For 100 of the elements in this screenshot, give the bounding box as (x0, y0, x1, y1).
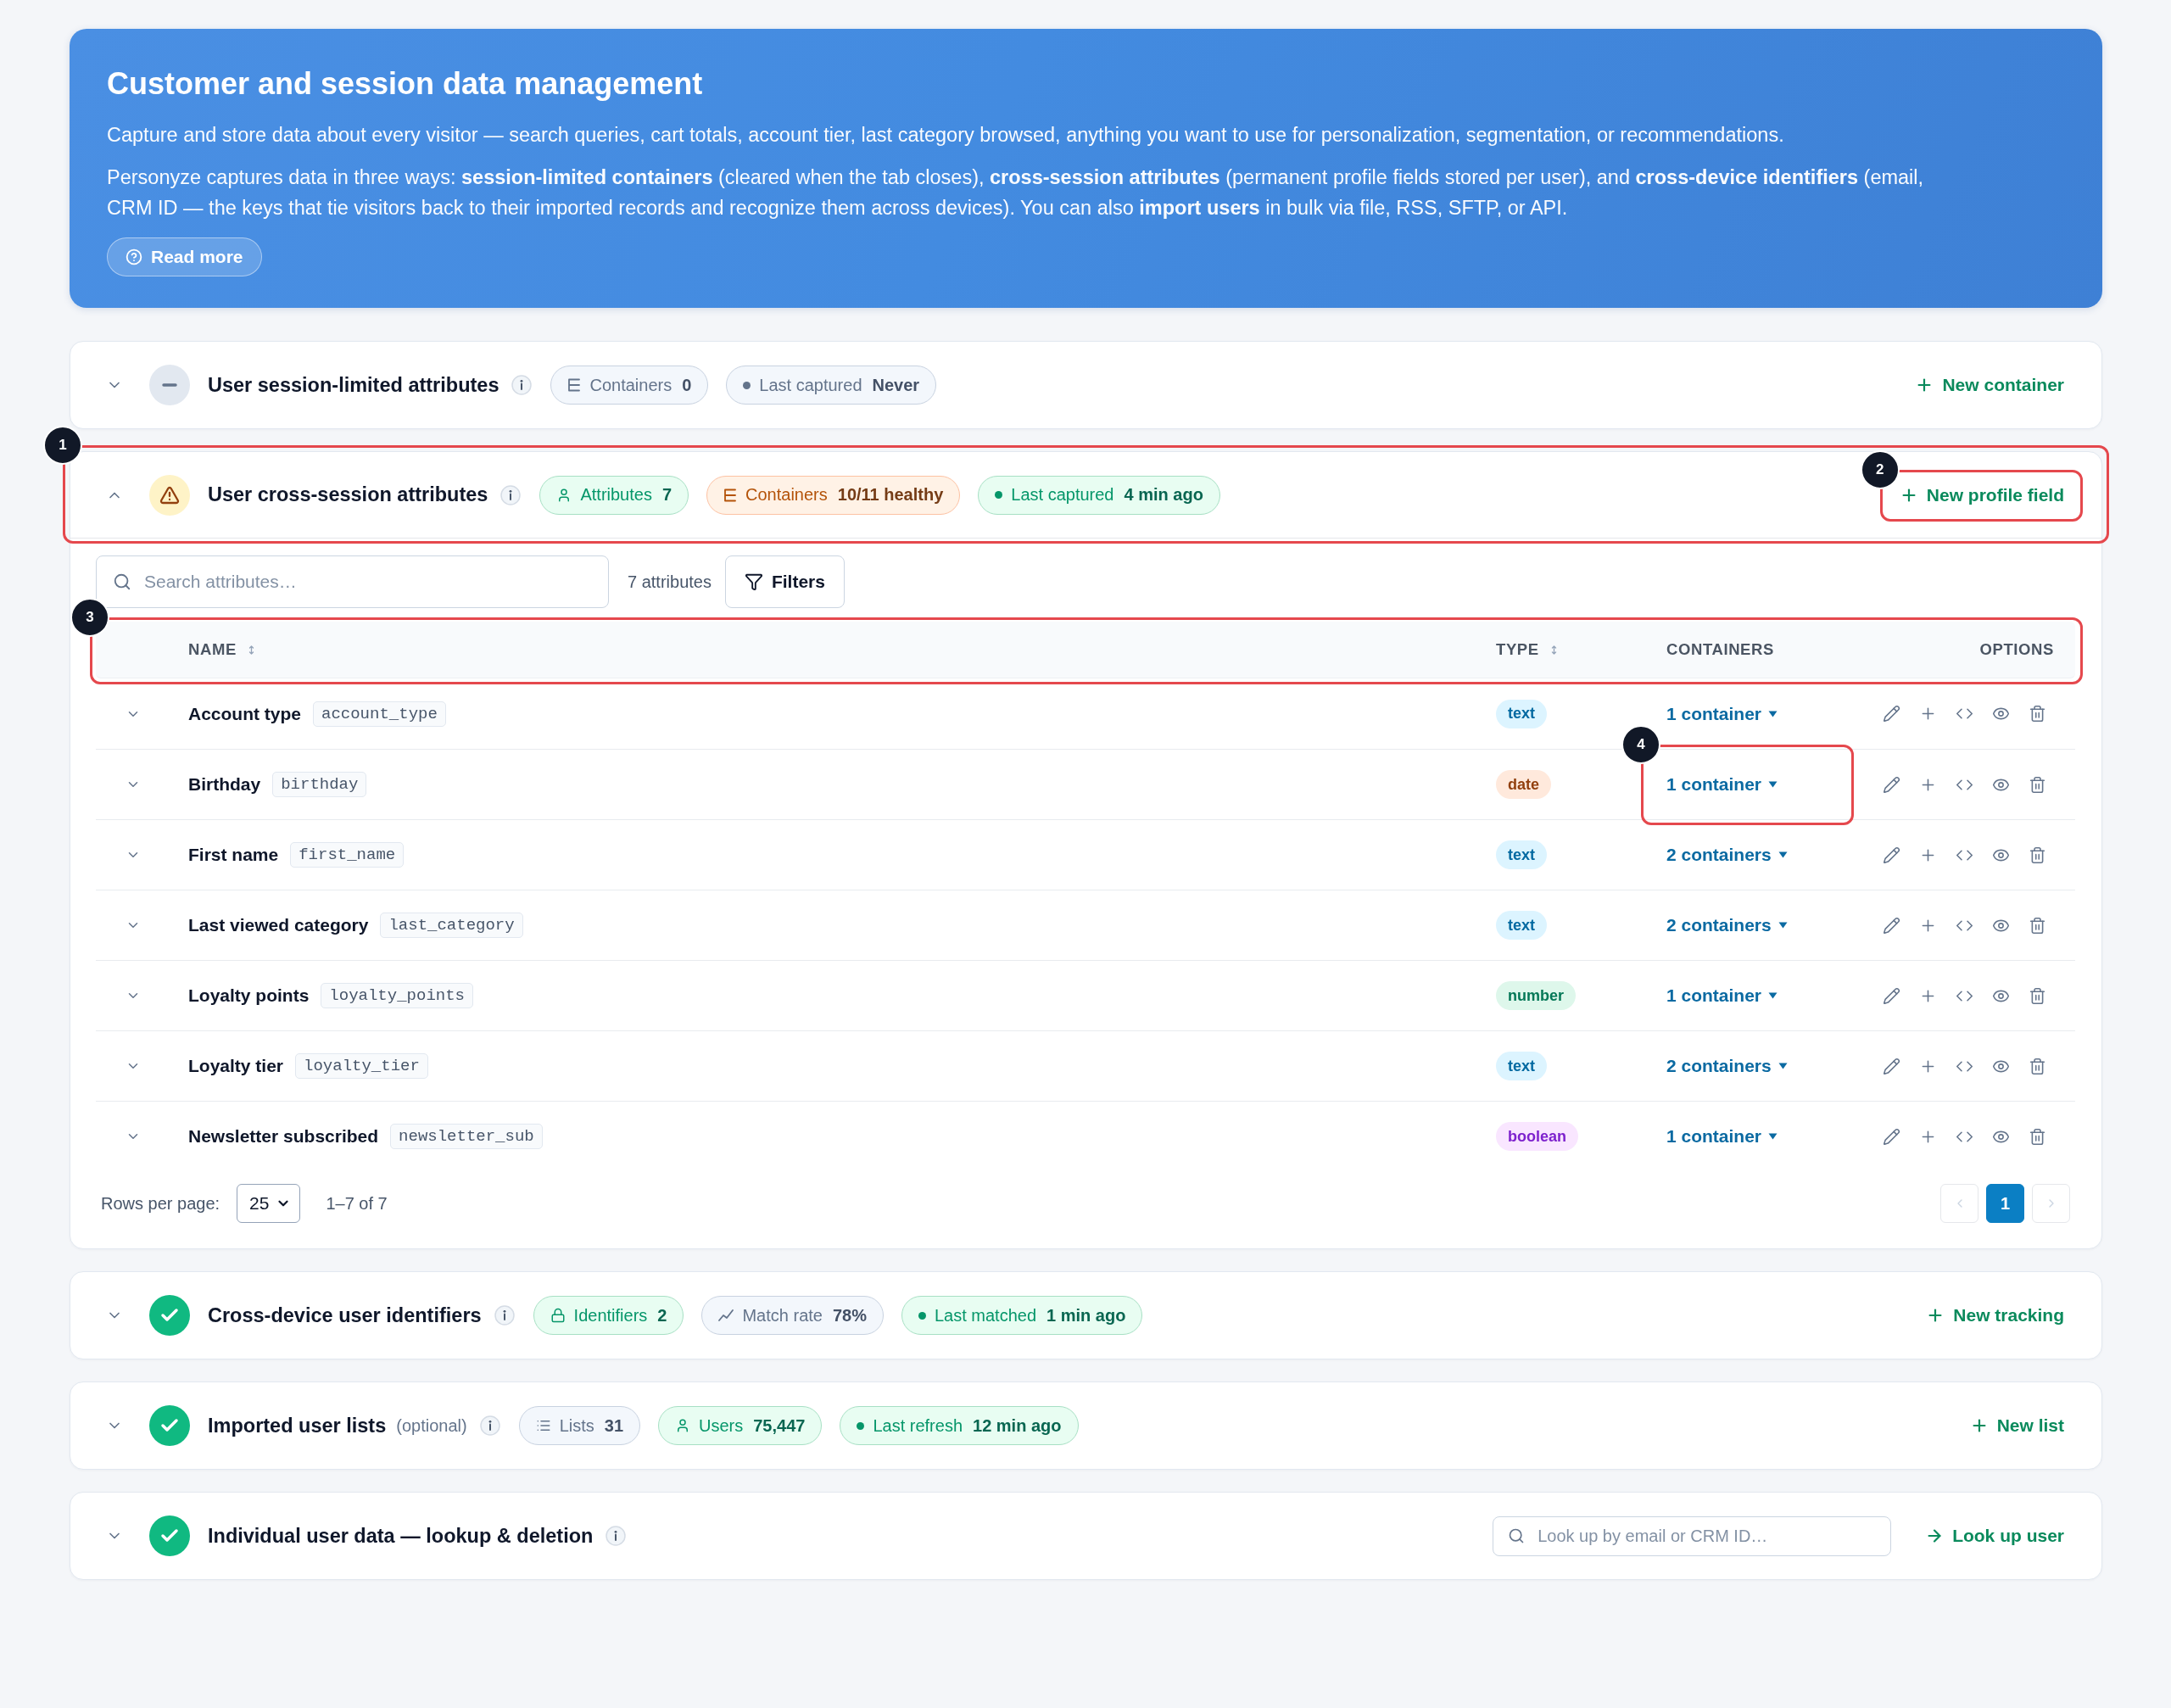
header-action-button[interactable]: New list (1969, 1407, 2064, 1444)
stat-label: Users (699, 1415, 744, 1436)
header-action-button[interactable]: New profile field (1899, 476, 2064, 514)
step-marker: 4 (1621, 725, 1660, 764)
attribute-type: number (1496, 981, 1576, 1010)
attribute-type: text (1496, 840, 1547, 869)
info-icon[interactable] (479, 1415, 500, 1436)
attribute-name: First name (188, 845, 279, 865)
section-title: User cross-session attributes (208, 483, 488, 506)
trash-icon[interactable] (2029, 846, 2046, 864)
user-icon (675, 1418, 690, 1433)
step-marker: 3 (70, 598, 109, 637)
attribute-key: last_category (380, 913, 523, 938)
containers-link[interactable]: 2 containers (1666, 915, 1788, 935)
intro-paragraph: Capture and store data about every visitor — search queries, cart totals, account tier, last category browsed, anything you want to use for personalization, segmentation, or recommendations. (107, 123, 1785, 148)
dot-icon (995, 491, 1003, 499)
stat-label: Attributes (580, 485, 652, 505)
stat-value: 75,447 (753, 1415, 806, 1436)
lock-icon (550, 1308, 566, 1323)
stat-value: 4 min ago (1124, 485, 1203, 505)
attribute-key: loyalty_points (321, 983, 473, 1008)
dot-icon (918, 1311, 926, 1320)
containers-link[interactable]: 1 container (1666, 1126, 1778, 1147)
rows-per-page-label: Rows per page: (101, 1193, 220, 1214)
attribute-name: Account type (188, 703, 301, 724)
stat-value: 1 min ago (1046, 1305, 1126, 1326)
search-icon (1508, 1527, 1526, 1544)
caret-icon (1778, 1063, 1788, 1069)
pencil-icon[interactable] (1883, 846, 1900, 864)
caret-icon (1778, 851, 1788, 858)
dot-icon (857, 1421, 865, 1430)
pencil-icon[interactable] (1883, 705, 1900, 723)
section-title: User session-limited attributes (208, 373, 499, 397)
pencil-icon[interactable] (1883, 775, 1900, 794)
filters-button[interactable]: Filters (724, 555, 845, 608)
search-field[interactable]: Search attributes… (96, 555, 609, 608)
trash-icon[interactable] (2029, 916, 2046, 935)
attribute-type: text (1496, 911, 1547, 940)
stat-value: 78% (832, 1305, 867, 1326)
pencil-icon[interactable] (1883, 1127, 1900, 1146)
header-action-button[interactable]: New tracking (1926, 1297, 2064, 1334)
pencil-icon[interactable] (1883, 916, 1900, 935)
header-action-button[interactable]: Look up user (1925, 1517, 2064, 1555)
attribute-name: Loyalty tier (188, 1056, 284, 1076)
containers-link[interactable]: 1 container (1666, 774, 1778, 795)
stat-value: 12 min ago (973, 1415, 1062, 1436)
rows-per-page-select[interactable]: 25 (237, 1184, 301, 1223)
column-header[interactable]: NAME (188, 640, 254, 659)
help-circle-icon (126, 248, 142, 265)
section-title: Individual user data — lookup & deletion (208, 1524, 594, 1548)
info-icon[interactable] (500, 484, 522, 505)
containers-link[interactable]: 1 container (1666, 703, 1778, 724)
stat-value: 2 (657, 1305, 667, 1326)
column-header: CONTAINERS (1666, 640, 1774, 659)
stat-label: Containers (745, 485, 828, 505)
section-title: Imported user lists (208, 1414, 387, 1437)
stat-value: 10/11 healthy (837, 485, 944, 505)
attribute-name: Loyalty points (188, 985, 310, 1006)
containers-link[interactable]: 1 container (1666, 985, 1778, 1006)
banner-title: Customer and session data management (107, 65, 704, 103)
stat-value: Never (872, 375, 920, 395)
info-icon[interactable] (606, 1526, 627, 1546)
column-header: OPTIONS (1979, 640, 2054, 659)
stat-label: Last captured (759, 375, 862, 395)
sort-icon[interactable] (248, 645, 254, 655)
caret-icon (1768, 781, 1778, 788)
caret-icon (1768, 710, 1778, 717)
trash-icon[interactable] (2029, 986, 2046, 1005)
stat-value: 0 (682, 375, 692, 395)
header-action-button[interactable]: New container (1915, 366, 2064, 404)
trash-icon[interactable] (2029, 1127, 2046, 1146)
column-header[interactable]: TYPE (1496, 640, 1557, 659)
attribute-type: date (1496, 770, 1551, 799)
sort-icon[interactable] (1550, 645, 1557, 655)
filter-icon (744, 572, 763, 591)
page-button[interactable]: 1 (1986, 1184, 2024, 1223)
attribute-name: Last viewed category (188, 915, 369, 935)
attribute-key: account_type (313, 701, 446, 727)
bracket-lines-icon (567, 378, 582, 392)
containers-link[interactable]: 2 containers (1666, 845, 1788, 865)
trash-icon[interactable] (2029, 775, 2046, 794)
info-icon[interactable] (511, 375, 533, 395)
step-marker: 2 (1860, 449, 1900, 489)
stat-label: Last captured (1011, 485, 1114, 505)
trash-icon[interactable] (2029, 705, 2046, 723)
step-marker: 1 (43, 426, 82, 465)
section-note: (optional) (396, 1415, 467, 1436)
stat-label: Last refresh (873, 1415, 963, 1436)
trash-icon[interactable] (2029, 1057, 2046, 1075)
search-icon (113, 572, 131, 591)
lookup-field[interactable]: Look up by email or CRM ID… (1493, 1515, 1892, 1556)
info-icon[interactable] (494, 1305, 515, 1326)
containers-link[interactable]: 2 containers (1666, 1056, 1788, 1076)
pencil-icon[interactable] (1883, 986, 1900, 1005)
attribute-type: boolean (1496, 1122, 1578, 1151)
pencil-icon[interactable] (1883, 1057, 1900, 1075)
list-icon (535, 1418, 551, 1433)
attribute-key: newsletter_sub (390, 1124, 543, 1149)
caret-icon (1768, 992, 1778, 999)
stat-value: 31 (604, 1415, 623, 1436)
